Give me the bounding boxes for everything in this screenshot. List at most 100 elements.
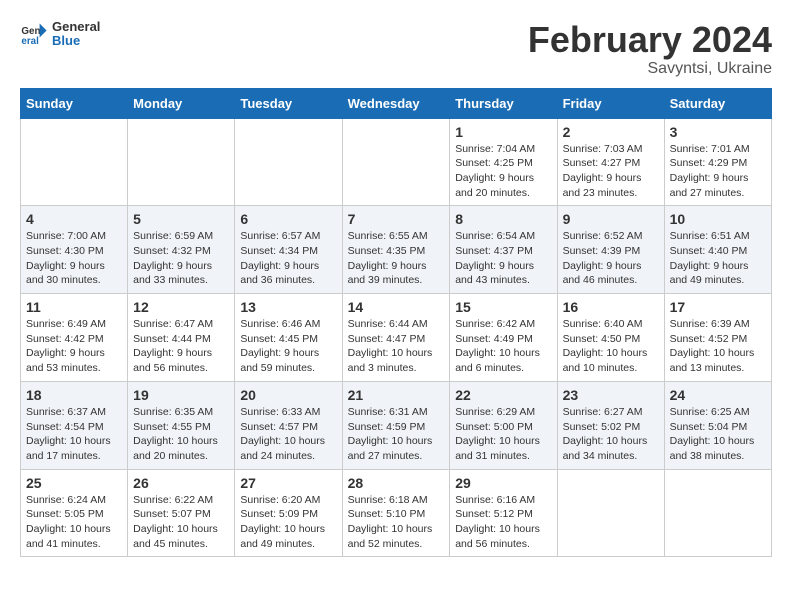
title-section: February 2024 Savyntsi, Ukraine [528, 20, 772, 78]
calendar-cell: 11 Sunrise: 6:49 AM Sunset: 4:42 PM Dayli… [21, 294, 128, 382]
day-info: Sunrise: 6:51 AM Sunset: 4:40 PM Dayligh… [670, 229, 766, 288]
day-info: Sunrise: 7:00 AM Sunset: 4:30 PM Dayligh… [26, 229, 122, 288]
day-number: 11 [26, 299, 122, 315]
day-info: Sunrise: 7:03 AM Sunset: 4:27 PM Dayligh… [563, 142, 659, 201]
calendar-cell: 24 Sunrise: 6:25 AM Sunset: 5:04 PM Dayli… [664, 381, 771, 469]
week-row-1: 1 Sunrise: 7:04 AM Sunset: 4:25 PM Daylig… [21, 118, 772, 206]
calendar-cell: 4 Sunrise: 7:00 AM Sunset: 4:30 PM Daylig… [21, 206, 128, 294]
calendar-cell: 7 Sunrise: 6:55 AM Sunset: 4:35 PM Daylig… [342, 206, 450, 294]
day-info: Sunrise: 6:55 AM Sunset: 4:35 PM Dayligh… [348, 229, 445, 288]
day-number: 9 [563, 211, 659, 227]
day-number: 4 [26, 211, 122, 227]
day-info: Sunrise: 6:37 AM Sunset: 4:54 PM Dayligh… [26, 405, 122, 464]
calendar-cell [235, 118, 342, 206]
day-info: Sunrise: 6:35 AM Sunset: 4:55 PM Dayligh… [133, 405, 229, 464]
calendar-cell: 17 Sunrise: 6:39 AM Sunset: 4:52 PM Dayli… [664, 294, 771, 382]
day-info: Sunrise: 6:22 AM Sunset: 5:07 PM Dayligh… [133, 493, 229, 552]
calendar-cell: 10 Sunrise: 6:51 AM Sunset: 4:40 PM Dayli… [664, 206, 771, 294]
day-number: 26 [133, 475, 229, 491]
day-number: 18 [26, 387, 122, 403]
header-row: SundayMondayTuesdayWednesdayThursdayFrid… [21, 88, 772, 118]
calendar-cell: 21Sunrise: 6:31 AM Sunset: 4:59 PM Dayli… [342, 381, 450, 469]
day-info: Sunrise: 6:54 AM Sunset: 4:37 PM Dayligh… [455, 229, 551, 288]
day-info: Sunrise: 6:27 AM Sunset: 5:02 PM Dayligh… [563, 405, 659, 464]
day-number: 25 [26, 475, 122, 491]
day-info: Sunrise: 6:29 AM Sunset: 5:00 PM Dayligh… [455, 405, 551, 464]
day-info: Sunrise: 6:16 AM Sunset: 5:12 PM Dayligh… [455, 493, 551, 552]
calendar-cell [664, 469, 771, 557]
day-number: 3 [670, 124, 766, 140]
day-number: 1 [455, 124, 551, 140]
day-info: Sunrise: 6:25 AM Sunset: 5:04 PM Dayligh… [670, 405, 766, 464]
day-number: 28 [348, 475, 445, 491]
calendar-cell: 19 Sunrise: 6:35 AM Sunset: 4:55 PM Dayli… [128, 381, 235, 469]
day-number: 7 [348, 211, 445, 227]
day-number: 15 [455, 299, 551, 315]
day-info: Sunrise: 7:01 AM Sunset: 4:29 PM Dayligh… [670, 142, 766, 201]
calendar-table: SundayMondayTuesdayWednesdayThursdayFrid… [20, 88, 772, 558]
calendar-subtitle: Savyntsi, Ukraine [528, 60, 772, 78]
logo-text-general: General [52, 20, 100, 34]
day-info: Sunrise: 6:57 AM Sunset: 4:34 PM Dayligh… [240, 229, 336, 288]
calendar-cell [557, 469, 664, 557]
header-cell-friday: Friday [557, 88, 664, 118]
day-number: 13 [240, 299, 336, 315]
calendar-cell: 14Sunrise: 6:44 AM Sunset: 4:47 PM Dayli… [342, 294, 450, 382]
header-cell-tuesday: Tuesday [235, 88, 342, 118]
header-cell-thursday: Thursday [450, 88, 557, 118]
calendar-cell: 28 Sunrise: 6:18 AM Sunset: 5:10 PM Dayli… [342, 469, 450, 557]
svg-text:eral: eral [21, 36, 39, 47]
day-info: Sunrise: 6:24 AM Sunset: 5:05 PM Dayligh… [26, 493, 122, 552]
page-header: Gen eral General Blue February 2024 Savy… [20, 20, 772, 78]
calendar-cell: 6Sunrise: 6:57 AM Sunset: 4:34 PM Daylig… [235, 206, 342, 294]
day-number: 22 [455, 387, 551, 403]
day-info: Sunrise: 6:59 AM Sunset: 4:32 PM Dayligh… [133, 229, 229, 288]
calendar-cell: 1 Sunrise: 7:04 AM Sunset: 4:25 PM Daylig… [450, 118, 557, 206]
day-number: 8 [455, 211, 551, 227]
day-info: Sunrise: 6:42 AM Sunset: 4:49 PM Dayligh… [455, 317, 551, 376]
header-cell-saturday: Saturday [664, 88, 771, 118]
day-number: 2 [563, 124, 659, 140]
calendar-cell: 8 Sunrise: 6:54 AM Sunset: 4:37 PM Daylig… [450, 206, 557, 294]
calendar-cell: 25 Sunrise: 6:24 AM Sunset: 5:05 PM Dayli… [21, 469, 128, 557]
day-number: 19 [133, 387, 229, 403]
day-info: Sunrise: 6:33 AM Sunset: 4:57 PM Dayligh… [240, 405, 336, 464]
day-info: Sunrise: 6:46 AM Sunset: 4:45 PM Dayligh… [240, 317, 336, 376]
logo-icon: Gen eral [20, 20, 48, 48]
calendar-cell: 12 Sunrise: 6:47 AM Sunset: 4:44 PM Dayli… [128, 294, 235, 382]
calendar-cell [342, 118, 450, 206]
calendar-cell: 9 Sunrise: 6:52 AM Sunset: 4:39 PM Daylig… [557, 206, 664, 294]
header-cell-monday: Monday [128, 88, 235, 118]
week-row-4: 18 Sunrise: 6:37 AM Sunset: 4:54 PM Dayli… [21, 381, 772, 469]
day-info: Sunrise: 7:04 AM Sunset: 4:25 PM Dayligh… [455, 142, 551, 201]
day-number: 17 [670, 299, 766, 315]
calendar-cell: 29 Sunrise: 6:16 AM Sunset: 5:12 PM Dayli… [450, 469, 557, 557]
calendar-cell [128, 118, 235, 206]
day-number: 29 [455, 475, 551, 491]
week-row-5: 25 Sunrise: 6:24 AM Sunset: 5:05 PM Dayli… [21, 469, 772, 557]
day-info: Sunrise: 6:31 AM Sunset: 4:59 PM Dayligh… [348, 405, 445, 464]
day-number: 24 [670, 387, 766, 403]
day-info: Sunrise: 6:39 AM Sunset: 4:52 PM Dayligh… [670, 317, 766, 376]
calendar-header: SundayMondayTuesdayWednesdayThursdayFrid… [21, 88, 772, 118]
day-number: 27 [240, 475, 336, 491]
header-cell-wednesday: Wednesday [342, 88, 450, 118]
calendar-cell: 3 Sunrise: 7:01 AM Sunset: 4:29 PM Daylig… [664, 118, 771, 206]
calendar-cell: 27 Sunrise: 6:20 AM Sunset: 5:09 PM Dayli… [235, 469, 342, 557]
calendar-cell: 20Sunrise: 6:33 AM Sunset: 4:57 PM Dayli… [235, 381, 342, 469]
calendar-cell: 15 Sunrise: 6:42 AM Sunset: 4:49 PM Dayli… [450, 294, 557, 382]
calendar-cell: 22 Sunrise: 6:29 AM Sunset: 5:00 PM Dayli… [450, 381, 557, 469]
day-info: Sunrise: 6:49 AM Sunset: 4:42 PM Dayligh… [26, 317, 122, 376]
week-row-2: 4 Sunrise: 7:00 AM Sunset: 4:30 PM Daylig… [21, 206, 772, 294]
day-number: 16 [563, 299, 659, 315]
calendar-cell: 16Sunrise: 6:40 AM Sunset: 4:50 PM Dayli… [557, 294, 664, 382]
calendar-cell [21, 118, 128, 206]
day-info: Sunrise: 6:47 AM Sunset: 4:44 PM Dayligh… [133, 317, 229, 376]
calendar-cell: 23Sunrise: 6:27 AM Sunset: 5:02 PM Dayli… [557, 381, 664, 469]
day-number: 12 [133, 299, 229, 315]
week-row-3: 11 Sunrise: 6:49 AM Sunset: 4:42 PM Dayli… [21, 294, 772, 382]
day-number: 10 [670, 211, 766, 227]
day-info: Sunrise: 6:18 AM Sunset: 5:10 PM Dayligh… [348, 493, 445, 552]
day-info: Sunrise: 6:52 AM Sunset: 4:39 PM Dayligh… [563, 229, 659, 288]
day-info: Sunrise: 6:20 AM Sunset: 5:09 PM Dayligh… [240, 493, 336, 552]
